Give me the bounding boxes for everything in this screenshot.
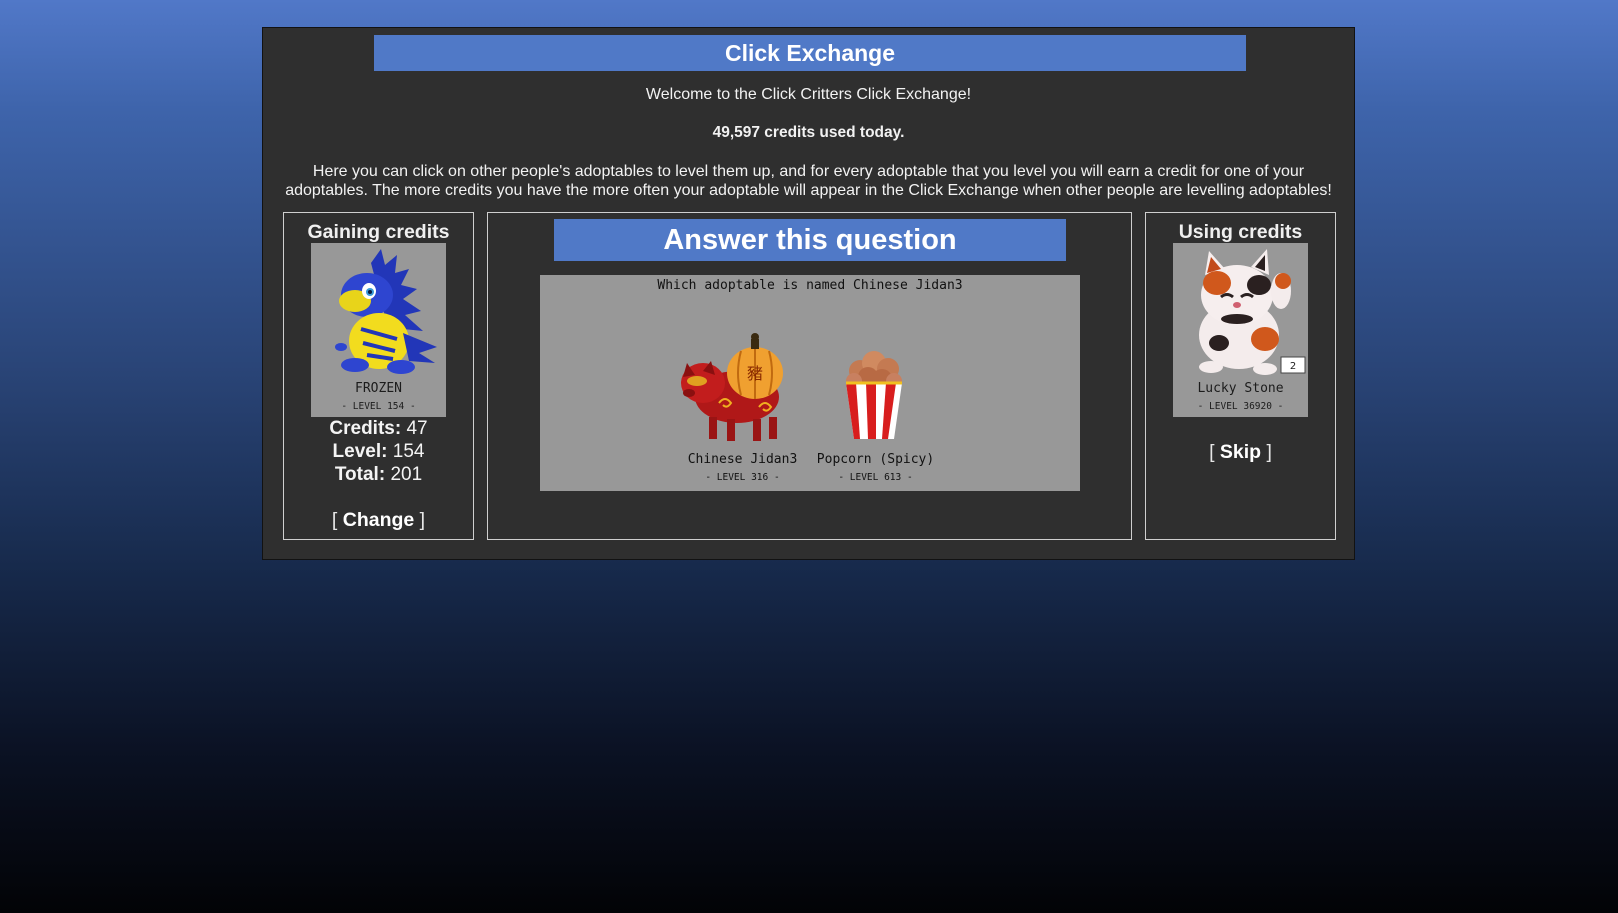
question-heading: Answer this question — [554, 219, 1066, 261]
blue-dragon-image — [335, 249, 437, 374]
question-box: Which adoptable is named Chinese Jidan3 — [540, 275, 1080, 491]
welcome-text: Welcome to the Click Critters Click Exch… — [645, 86, 972, 103]
credit-stats: Credits: 47 Level: 154 Total: 201 — [284, 417, 473, 486]
level-stat: Level: 154 — [284, 440, 473, 463]
total-label: Total: — [334, 464, 386, 485]
skip-link-wrap: [ Skip ] — [1146, 441, 1335, 464]
svg-text:豬: 豬 — [747, 364, 763, 383]
own-adoptable-name: FROZEN — [355, 381, 402, 396]
answer-option-1-name: Chinese Jidan3 — [687, 452, 798, 467]
answer-option-2-level: - LEVEL 613 - — [838, 472, 913, 483]
credits-value: 47 — [406, 418, 428, 439]
answer-option-1-level: - LEVEL 316 - — [705, 472, 780, 483]
credits-label: Credits: — [329, 418, 402, 439]
own-adoptable-level: - LEVEL 154 - — [341, 401, 416, 412]
page-title: Click Exchange — [374, 35, 1246, 71]
using-credits-panel: Using credits 2 Lucky Stone - LEVEL 3692… — [1145, 212, 1336, 540]
lucky-cat-image: 2 — [1199, 249, 1306, 375]
skip-link[interactable]: Skip — [1220, 441, 1261, 463]
credits-used-text: 49,597 credits used today. — [712, 124, 905, 141]
featured-adoptable-card[interactable]: 2 Lucky Stone - LEVEL 36920 - — [1173, 243, 1308, 417]
using-credits-heading: Using credits — [1178, 221, 1303, 243]
question-prompt: Which adoptable is named Chinese Jidan3 — [657, 278, 963, 293]
svg-text:2: 2 — [1290, 361, 1296, 372]
total-value: 201 — [390, 464, 423, 485]
click-exchange-container: Click Exchange Welcome to the Click Crit… — [262, 27, 1355, 560]
change-link[interactable]: Change — [343, 509, 415, 531]
gaining-credits-heading: Gaining credits — [307, 221, 450, 243]
question-panel: Answer this question Which adoptable is … — [487, 212, 1132, 540]
popcorn-image — [846, 351, 902, 439]
total-stat: Total: 201 — [284, 463, 473, 486]
intro-text: Here you can click on other people's ado… — [285, 163, 1332, 199]
bracket-open: [ — [331, 509, 338, 531]
pumpkin-pig-image: 豬 — [681, 333, 783, 441]
own-adoptable-card[interactable]: FROZEN - LEVEL 154 - — [311, 243, 446, 417]
bracket-close: ] — [1266, 441, 1272, 463]
level-label: Level: — [332, 441, 388, 462]
level-value: 154 — [392, 441, 425, 462]
answer-option-2[interactable]: Popcorn (Spicy) - LEVEL 613 - — [808, 325, 943, 490]
gaining-credits-panel: Gaining credits FROZEN - LEVEL 154 - Cre… — [283, 212, 474, 540]
featured-adoptable-name: Lucky Stone — [1197, 381, 1284, 396]
bracket-open: [ — [1209, 441, 1215, 463]
change-link-wrap: [ Change ] — [284, 509, 473, 532]
bracket-close: ] — [419, 509, 426, 531]
featured-adoptable-level: - LEVEL 36920 - — [1197, 401, 1284, 412]
credits-stat: Credits: 47 — [284, 417, 473, 440]
answer-option-2-name: Popcorn (Spicy) — [816, 452, 935, 467]
answer-option-1[interactable]: 豬 Chinese Jidan3 - LEVEL 316 - — [675, 325, 810, 490]
